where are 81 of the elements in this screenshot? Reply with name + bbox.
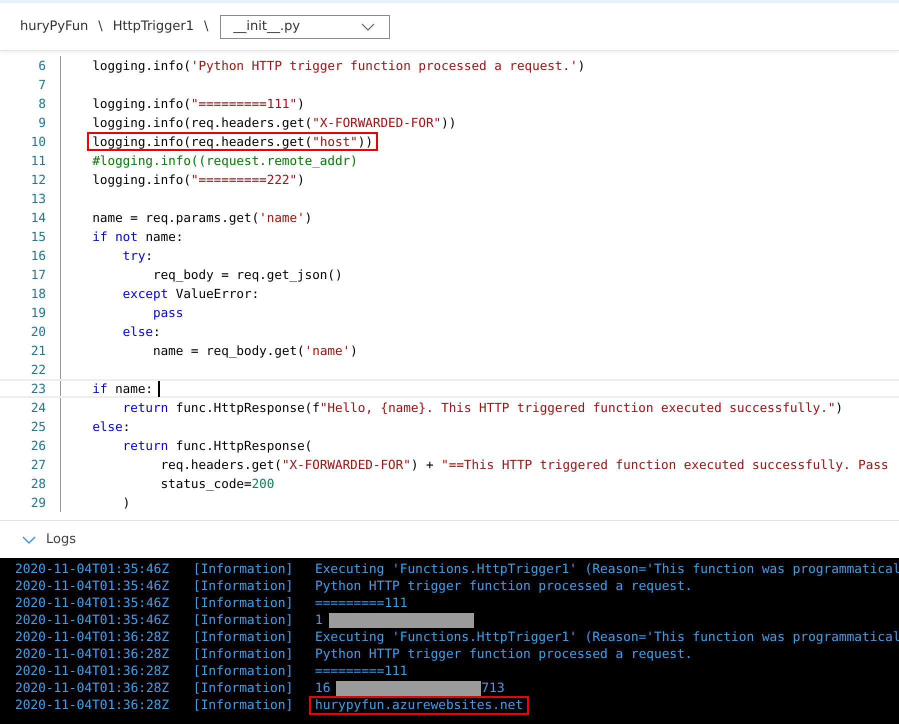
code-line: req.headers.get("X-FORWARDED-FOR") + "==This HTTP triggered function executed successfully. Pass	[160, 456, 890, 474]
log-message: Executing 'Functions.HttpTrigger1' (Reason='This function was programmatical	[314, 629, 899, 647]
log-timestamp: 2020-11-04T01:36:28Z	[14, 698, 170, 713]
line-number: 16	[30, 248, 46, 263]
line-number: 8	[37, 96, 46, 111]
line-number: 26	[30, 438, 46, 453]
code-line: logging.info(req.headers.get("X-FORWARDED-FOR"))	[91, 114, 458, 132]
code-line: except ValueError:	[122, 285, 260, 303]
breadcrumb-item[interactable]: HttpTrigger1	[112, 19, 194, 34]
code-line: #logging.info((request.remote_addr)	[91, 152, 359, 170]
code-line: logging.info("=========222")	[91, 171, 306, 189]
log-message: 16	[314, 680, 332, 698]
line-number: 22	[30, 362, 46, 377]
log-message: Executing 'Functions.HttpTrigger1' (Reason='This function was programmatical	[314, 561, 899, 579]
line-number: 6	[37, 58, 46, 73]
line-number: 7	[37, 77, 46, 92]
line-number: 18	[30, 286, 46, 301]
log-timestamp: 2020-11-04T01:35:46Z	[14, 613, 170, 628]
log-timestamp: 2020-11-04T01:36:28Z	[14, 630, 170, 645]
log-level: [Information]	[193, 664, 294, 679]
code-line: name = req_body.get('name')	[152, 342, 359, 360]
log-message: hurypyfun.azurewebsites.net	[309, 696, 530, 715]
log-level: [Information]	[193, 579, 294, 594]
line-number: 15	[30, 229, 46, 244]
code-line: try:	[122, 247, 154, 265]
line-number: 25	[30, 419, 46, 434]
chevron-down-icon	[361, 22, 376, 30]
code-line: else:	[122, 323, 162, 341]
breadcrumb-item[interactable]: huryPyFun	[20, 19, 88, 34]
log-message: Python HTTP trigger function processed a request.	[314, 578, 694, 596]
code-line: req_body = req.get_json()	[152, 266, 344, 284]
log-timestamp: 2020-11-04T01:35:46Z	[14, 579, 170, 594]
line-number: 14	[30, 210, 46, 225]
logs-title: Logs	[46, 532, 76, 547]
line-number: 21	[30, 343, 46, 358]
line-number: 27	[30, 457, 46, 472]
line-number: 17	[30, 267, 46, 282]
log-message: 713	[480, 680, 506, 698]
line-number: 10	[30, 134, 46, 149]
file-dropdown[interactable]: __init__.py	[220, 14, 390, 38]
log-message: Python HTTP trigger function processed a request.	[314, 646, 694, 664]
code-line: return func.HttpResponse(f"Hello, {name}. This HTTP triggered function executed successfully.")	[122, 399, 844, 417]
log-timestamp: 2020-11-04T01:36:28Z	[14, 681, 170, 696]
code-line: if not name:	[91, 228, 184, 246]
line-number: 23	[30, 381, 46, 396]
log-message: 1	[314, 612, 324, 630]
line-number: 19	[30, 305, 46, 320]
log-message: =========111	[314, 663, 408, 681]
log-timestamp: 2020-11-04T01:35:46Z	[14, 562, 170, 577]
breadcrumb-separator: \	[204, 19, 208, 34]
chevron-down-icon[interactable]	[22, 536, 36, 544]
code-line: logging.info("=========111")	[91, 95, 306, 113]
log-timestamp: 2020-11-04T01:36:28Z	[14, 664, 170, 679]
code-line: status_code=200	[160, 475, 276, 493]
line-number: 12	[30, 172, 46, 187]
log-level: [Information]	[193, 630, 294, 645]
code-line: if name:	[91, 380, 154, 398]
log-timestamp: 2020-11-04T01:35:46Z	[14, 596, 170, 611]
line-number: 28	[30, 476, 46, 491]
line-number: 13	[30, 191, 46, 206]
code-line: )	[122, 494, 132, 512]
log-message: =========111	[314, 595, 408, 613]
text-cursor	[158, 380, 160, 396]
line-number: 20	[30, 324, 46, 339]
log-level: [Information]	[193, 647, 294, 662]
line-number: 9	[37, 115, 46, 130]
log-level: [Information]	[193, 613, 294, 628]
log-level: [Information]	[193, 596, 294, 611]
code-line: pass	[152, 304, 184, 322]
code-line: logging.info('Python HTTP trigger function processed a request.')	[91, 57, 586, 75]
line-number: 24	[30, 400, 46, 415]
log-level: [Information]	[193, 681, 294, 696]
line-number: 29	[30, 495, 46, 510]
line-number: 11	[30, 153, 46, 168]
code-line: name = req.params.get('name')	[91, 209, 314, 227]
log-level: [Information]	[193, 562, 294, 577]
breadcrumb-separator: \	[98, 19, 103, 34]
log-timestamp: 2020-11-04T01:36:28Z	[14, 647, 170, 662]
log-level: [Information]	[193, 698, 294, 713]
code-line: else:	[91, 418, 132, 436]
code-line: return func.HttpResponse(	[122, 437, 314, 455]
